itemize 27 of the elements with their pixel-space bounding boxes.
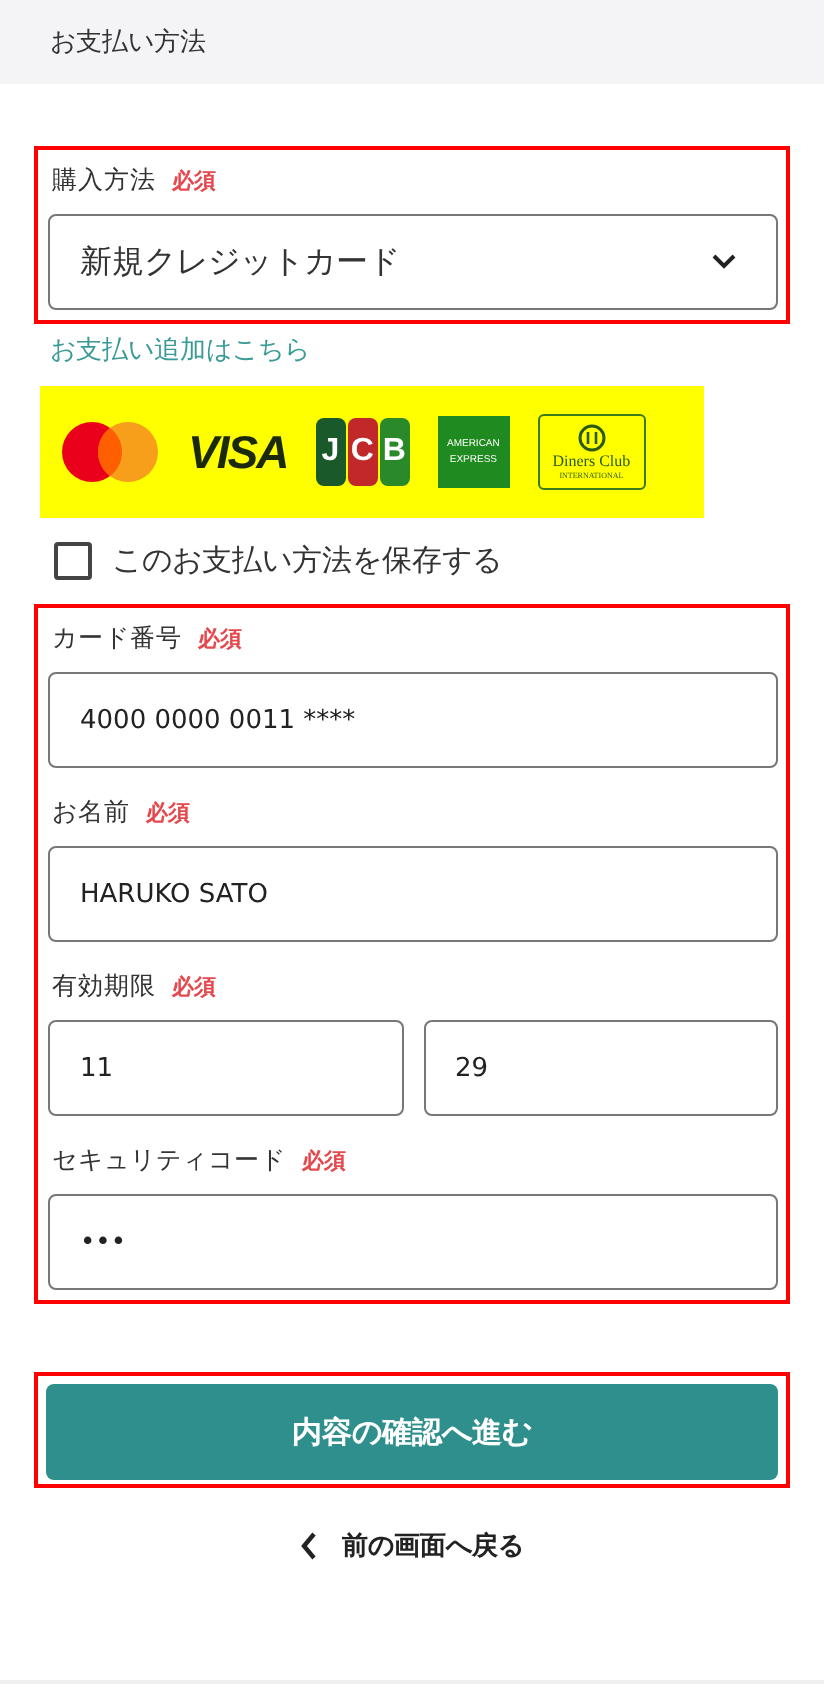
back-link[interactable]: 前の画面へ戻る: [0, 1528, 824, 1564]
input-field[interactable]: 11: [48, 1020, 403, 1116]
field-label: 有効期限: [52, 970, 156, 1004]
save-payment-checkbox[interactable]: このお支払い方法を保存する: [54, 542, 824, 580]
required-label: 必須: [198, 624, 242, 654]
mastercard-logo-icon: [60, 420, 160, 484]
checkbox-label: このお支払い方法を保存する: [112, 542, 502, 580]
field-label: セキュリティコード: [52, 1144, 286, 1178]
required-label: 必須: [146, 798, 190, 828]
input-field[interactable]: 4000 0000 0011 ****: [48, 672, 778, 768]
input-field[interactable]: HARUKO SATO: [48, 846, 778, 942]
chevron-down-icon: [712, 254, 736, 270]
required-label: 必須: [172, 972, 216, 1002]
field-label: カード番号: [52, 622, 182, 656]
input-field[interactable]: 29: [423, 1020, 778, 1116]
purchase-method-select[interactable]: 新規クレジットカード: [48, 214, 778, 310]
jcb-logo: J C B: [315, 418, 410, 486]
visa-logo: VISA: [188, 425, 288, 479]
confirm-button[interactable]: 内容の確認へ進む: [46, 1384, 778, 1480]
page-title: お支払い方法: [50, 26, 206, 60]
chevron-left-icon: [300, 1532, 318, 1560]
field-label: お名前: [52, 796, 130, 830]
input-field[interactable]: •••: [48, 1194, 778, 1290]
required-label: 必須: [302, 1146, 346, 1176]
required-label: 必須: [172, 166, 216, 196]
checkbox[interactable]: [54, 542, 92, 580]
field-label: 購入方法: [52, 164, 156, 198]
